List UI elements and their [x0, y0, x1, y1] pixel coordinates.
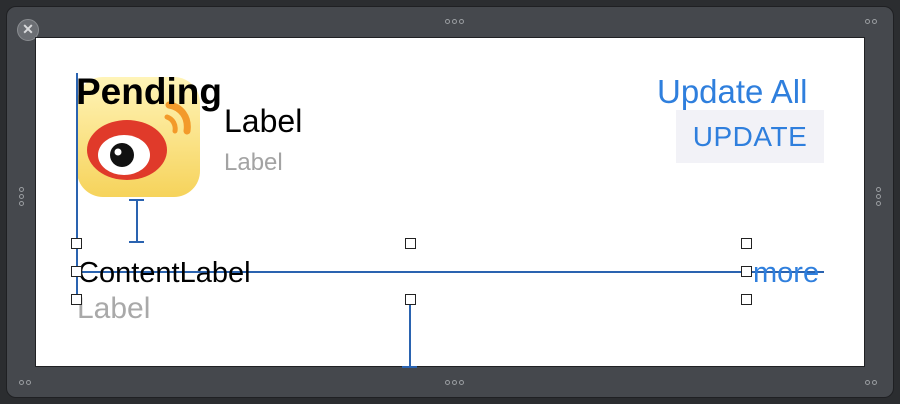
- resize-handle-top-right[interactable]: [741, 238, 752, 249]
- resize-handle-top-left[interactable]: [71, 238, 82, 249]
- resize-handle-middle-right[interactable]: [741, 266, 752, 277]
- resize-handle-bottom-right[interactable]: [741, 294, 752, 305]
- constraint-cap-bottom: [129, 241, 144, 243]
- content-label[interactable]: ContentLabel: [78, 256, 251, 290]
- bottom-spacing-constraint: [409, 305, 411, 367]
- right-resize-grip-icon[interactable]: [876, 187, 881, 206]
- bottom-right-resize-grip-icon[interactable]: [865, 380, 877, 385]
- constraint-cap-top: [129, 199, 144, 201]
- section-title: Pending: [76, 71, 222, 112]
- resize-handle-middle-left[interactable]: [71, 266, 82, 277]
- icon-bottom-spacing-constraint: [136, 199, 138, 242]
- update-button[interactable]: UPDATE: [676, 110, 824, 163]
- top-right-resize-grip-icon[interactable]: [865, 19, 877, 24]
- left-resize-grip-icon[interactable]: [19, 187, 24, 206]
- resize-handle-bottom-left[interactable]: [71, 294, 82, 305]
- more-button[interactable]: more: [753, 257, 819, 289]
- bottom-label: Label: [77, 292, 151, 325]
- bottom-resize-grip-icon[interactable]: [445, 380, 464, 385]
- top-resize-grip-icon[interactable]: [445, 19, 464, 24]
- constraint-cap-bottom-edge: [402, 366, 417, 368]
- app-subtitle-label: Label: [224, 149, 283, 176]
- resize-handle-top-center[interactable]: [405, 238, 416, 249]
- bottom-left-resize-grip-icon[interactable]: [19, 380, 31, 385]
- resize-handle-bottom-center[interactable]: [405, 294, 416, 305]
- app-name-label: Label: [224, 103, 303, 139]
- update-all-button[interactable]: Update All: [657, 72, 807, 112]
